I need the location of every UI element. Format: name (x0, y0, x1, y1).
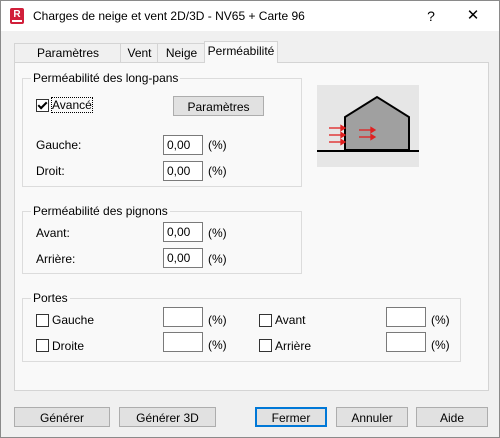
porte-arriere-input[interactable] (386, 332, 426, 352)
avance-label[interactable]: Avancé (51, 97, 93, 113)
tab-permeabilite[interactable]: Perméabilité (204, 41, 278, 63)
avant-unit: (%) (208, 226, 227, 240)
tab-parametres-globaux[interactable]: Paramètres globaux (14, 43, 122, 78)
porte-gauche-input[interactable] (163, 307, 203, 327)
droit-input[interactable]: 0,00 (163, 161, 203, 181)
tab-vent[interactable]: Vent (120, 43, 159, 62)
help-button[interactable]: ? (421, 6, 441, 26)
generer-button[interactable]: Générer (14, 407, 110, 427)
generer-3d-button[interactable]: Générer 3D (119, 407, 216, 427)
pignons-title: Perméabilité des pignons (31, 204, 170, 218)
gauche-input[interactable]: 0,00 (163, 135, 203, 155)
porte-gauche-unit: (%) (208, 313, 227, 327)
droit-label: Droit: (36, 164, 65, 178)
porte-droite-unit: (%) (208, 338, 227, 352)
arriere-input[interactable]: 0,00 (163, 248, 203, 268)
arriere-label: Arrière: (36, 252, 76, 266)
tab-neige[interactable]: Neige (157, 43, 206, 62)
porte-avant-input[interactable] (386, 307, 426, 327)
porte-droite-label[interactable]: Droite (52, 339, 84, 353)
annuler-button[interactable]: Annuler (336, 407, 408, 427)
porte-gauche-label[interactable]: Gauche (52, 313, 94, 327)
porte-gauche-checkbox[interactable] (36, 314, 49, 327)
porte-arriere-label[interactable]: Arrière (275, 339, 311, 353)
gauche-unit: (%) (208, 138, 227, 152)
porte-avant-unit: (%) (431, 313, 450, 327)
avance-checkbox[interactable] (36, 99, 49, 112)
porte-droite-checkbox[interactable] (36, 339, 49, 352)
aide-button[interactable]: Aide (416, 407, 488, 427)
droit-unit: (%) (208, 164, 227, 178)
close-button[interactable]: ✕ (463, 6, 483, 26)
portes-title: Portes (31, 291, 70, 305)
fermer-button[interactable]: Fermer (255, 407, 327, 427)
avant-input[interactable]: 0,00 (163, 222, 203, 242)
avant-label: Avant: (36, 226, 70, 240)
title-bar: R Charges de neige et vent 2D/3D - NV65 … (1, 1, 499, 31)
window-title: Charges de neige et vent 2D/3D - NV65 + … (33, 9, 305, 23)
gauche-label: Gauche: (36, 138, 82, 152)
porte-avant-checkbox[interactable] (259, 314, 272, 327)
porte-arriere-checkbox[interactable] (259, 339, 272, 352)
dialog-window: R Charges de neige et vent 2D/3D - NV65 … (0, 0, 500, 438)
parametres-button[interactable]: Paramètres (173, 96, 264, 116)
long-pans-title: Perméabilité des long-pans (31, 71, 181, 85)
porte-droite-input[interactable] (163, 332, 203, 352)
porte-arriere-unit: (%) (431, 338, 450, 352)
arriere-unit: (%) (208, 252, 227, 266)
building-wind-diagram (317, 85, 419, 167)
porte-avant-label[interactable]: Avant (275, 313, 305, 327)
app-icon: R (10, 8, 24, 24)
